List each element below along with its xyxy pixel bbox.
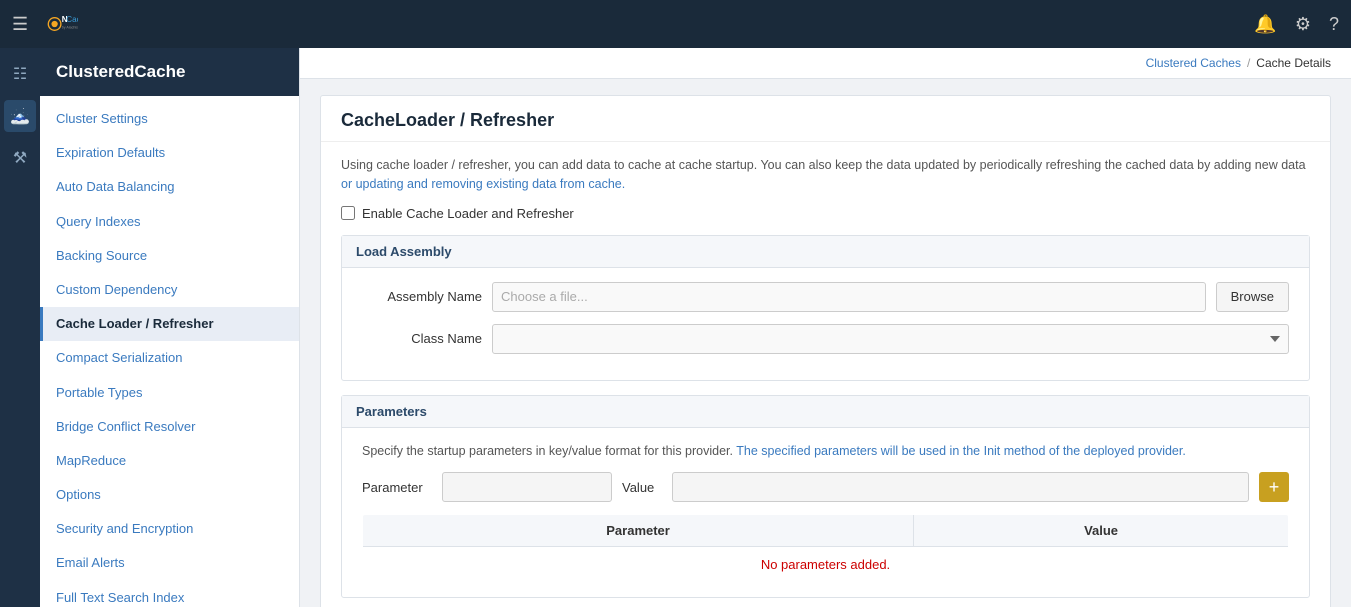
class-name-select[interactable]	[492, 324, 1289, 354]
sidebar-servers-btn[interactable]: ☷	[4, 58, 36, 90]
class-name-label: Class Name	[362, 331, 482, 346]
param-table-body: No parameters added.	[363, 547, 1289, 583]
help-icon[interactable]: ?	[1329, 14, 1339, 35]
sidebar-monitor-btn[interactable]: 🗻	[4, 100, 36, 132]
top-nav: ☰ N Cache by Alachisoft 🔔 ⚙ ?	[0, 0, 1351, 48]
panel-description: Using cache loader / refresher, you can …	[341, 156, 1310, 194]
settings-icon[interactable]: ⚙	[1295, 14, 1311, 35]
nav-item-compact-serialization[interactable]: Compact Serialization	[40, 341, 299, 375]
panel-title: CacheLoader / Refresher	[321, 96, 1330, 142]
hamburger-icon[interactable]: ☰	[12, 14, 28, 35]
browse-button[interactable]: Browse	[1216, 282, 1289, 312]
enable-cache-loader-label[interactable]: Enable Cache Loader and Refresher	[362, 206, 574, 221]
nav-item-query-indexes[interactable]: Query Indexes	[40, 205, 299, 239]
class-name-row: Class Name	[362, 324, 1289, 354]
main-panel: CacheLoader / Refresher Using cache load…	[320, 95, 1331, 607]
param-table: Parameter Value No parameters added.	[362, 514, 1289, 583]
param-description: Specify the startup parameters in key/va…	[362, 442, 1289, 461]
nav-item-custom-dependency[interactable]: Custom Dependency	[40, 273, 299, 307]
nav-item-mapreduce[interactable]: MapReduce	[40, 444, 299, 478]
parameter-label: Parameter	[362, 480, 432, 495]
assembly-name-label: Assembly Name	[362, 289, 482, 304]
param-desc-highlight1: The specified parameters will be used in…	[736, 444, 1186, 458]
panel-body: Using cache loader / refresher, you can …	[321, 142, 1330, 607]
load-assembly-header: Load Assembly	[342, 236, 1309, 268]
nav-item-portable-types[interactable]: Portable Types	[40, 376, 299, 410]
left-nav: ClusteredCache Cluster SettingsExpiratio…	[40, 48, 300, 607]
enable-checkbox-row: Enable Cache Loader and Refresher	[341, 206, 1310, 221]
left-nav-title: ClusteredCache	[40, 48, 299, 96]
nav-item-security-and-encryption[interactable]: Security and Encryption	[40, 512, 299, 546]
nav-item-cluster-settings[interactable]: Cluster Settings	[40, 102, 299, 136]
param-table-header-row: Parameter Value	[363, 515, 1289, 547]
main-content: Clustered Caches / Cache Details CacheLo…	[300, 48, 1351, 607]
assembly-name-input[interactable]	[492, 282, 1206, 312]
enable-cache-loader-checkbox[interactable]	[341, 206, 355, 220]
nav-item-options[interactable]: Options	[40, 478, 299, 512]
sidebar-tools-btn[interactable]: ⚒	[4, 142, 36, 174]
nav-item-bridge-conflict-resolver[interactable]: Bridge Conflict Resolver	[40, 410, 299, 444]
nav-item-full-text-search-index[interactable]: Full Text Search Index	[40, 581, 299, 607]
breadcrumb-bar: Clustered Caches / Cache Details	[300, 48, 1351, 79]
add-param-button[interactable]: +	[1259, 472, 1289, 502]
param-col-header: Parameter	[363, 515, 914, 547]
value-col-header: Value	[914, 515, 1289, 547]
desc-highlight1: or updating and removing existing data f…	[341, 177, 625, 191]
value-input[interactable]	[672, 472, 1249, 502]
parameters-body: Specify the startup parameters in key/va…	[342, 428, 1309, 598]
notifications-icon[interactable]: 🔔	[1254, 14, 1276, 35]
assembly-name-row: Assembly Name Browse	[362, 282, 1289, 312]
logo: N Cache by Alachisoft	[42, 6, 78, 42]
svg-text:Cache: Cache	[66, 15, 78, 24]
parameters-section: Parameters Specify the startup parameter…	[341, 395, 1310, 599]
content-area: CacheLoader / Refresher Using cache load…	[300, 79, 1351, 607]
no-params-row: No parameters added.	[363, 547, 1289, 583]
left-nav-items: Cluster SettingsExpiration DefaultsAuto …	[40, 96, 299, 607]
breadcrumb-cache-details: Cache Details	[1256, 56, 1331, 70]
main-layout: ☷ 🗻 ⚒ ClusteredCache Cluster SettingsExp…	[0, 48, 1351, 607]
param-input-row: Parameter Value +	[362, 472, 1289, 502]
breadcrumb-separator: /	[1247, 56, 1250, 70]
desc-part1: Using cache loader / refresher, you can …	[341, 158, 1306, 172]
ncache-logo: N Cache by Alachisoft	[42, 6, 78, 42]
parameters-header: Parameters	[342, 396, 1309, 428]
value-label: Value	[622, 480, 662, 495]
svg-text:by Alachisoft: by Alachisoft	[62, 26, 78, 30]
load-assembly-section: Load Assembly Assembly Name Browse Class…	[341, 235, 1310, 381]
top-nav-actions: 🔔 ⚙ ?	[1254, 14, 1339, 35]
load-assembly-body: Assembly Name Browse Class Name	[342, 268, 1309, 380]
nav-item-auto-data-balancing[interactable]: Auto Data Balancing	[40, 170, 299, 204]
param-table-header: Parameter Value	[363, 515, 1289, 547]
icon-sidebar: ☷ 🗻 ⚒	[0, 48, 40, 607]
nav-item-email-alerts[interactable]: Email Alerts	[40, 546, 299, 580]
breadcrumb-clustered-caches[interactable]: Clustered Caches	[1146, 56, 1241, 70]
nav-item-expiration-defaults[interactable]: Expiration Defaults	[40, 136, 299, 170]
param-desc-part1: Specify the startup parameters in key/va…	[362, 444, 736, 458]
no-params-message: No parameters added.	[363, 547, 1289, 583]
parameter-input[interactable]	[442, 472, 612, 502]
nav-item-cache-loader-/-refresher[interactable]: Cache Loader / Refresher	[40, 307, 299, 341]
nav-item-backing-source[interactable]: Backing Source	[40, 239, 299, 273]
